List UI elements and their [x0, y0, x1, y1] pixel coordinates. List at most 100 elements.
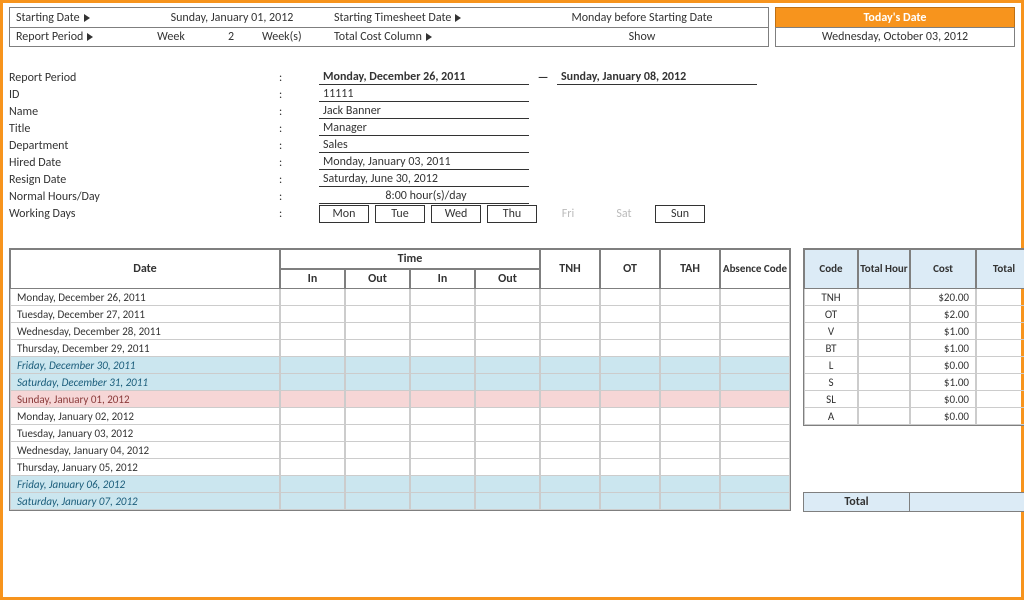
td-tnh: [540, 425, 600, 442]
td-absence[interactable]: [720, 408, 790, 425]
info-name-label: Name: [9, 105, 279, 119]
td-out[interactable]: [345, 357, 410, 374]
td-out[interactable]: [345, 289, 410, 306]
table-row[interactable]: Thursday, January 05, 2012: [10, 459, 790, 476]
td-out2[interactable]: [475, 493, 540, 510]
show-value[interactable]: Show: [516, 28, 768, 46]
td-in2[interactable]: [410, 357, 475, 374]
td-out[interactable]: [345, 391, 410, 408]
day-wed[interactable]: Wed: [431, 205, 481, 223]
td-in2[interactable]: [410, 289, 475, 306]
td-in2[interactable]: [410, 306, 475, 323]
table-row[interactable]: Friday, January 06, 2012: [10, 476, 790, 493]
table-row[interactable]: Saturday, December 31, 2011: [10, 374, 790, 391]
td-absence[interactable]: [720, 289, 790, 306]
ts-date-value[interactable]: Monday before Starting Date: [516, 8, 768, 27]
td-in[interactable]: [280, 425, 345, 442]
td-out2[interactable]: [475, 357, 540, 374]
td-out2[interactable]: [475, 476, 540, 493]
info-title-value[interactable]: Manager: [319, 121, 529, 136]
triangle-icon: [455, 14, 461, 22]
td-absence[interactable]: [720, 459, 790, 476]
td-absence[interactable]: [720, 391, 790, 408]
td-absence[interactable]: [720, 340, 790, 357]
td-in[interactable]: [280, 340, 345, 357]
day-sat[interactable]: Sat: [599, 205, 649, 223]
td-out[interactable]: [345, 476, 410, 493]
table-row[interactable]: Wednesday, January 04, 2012: [10, 442, 790, 459]
td-in[interactable]: [280, 289, 345, 306]
td-out[interactable]: [345, 306, 410, 323]
day-sun[interactable]: Sun: [655, 205, 705, 223]
info-resign-value[interactable]: Saturday, June 30, 2012: [319, 172, 529, 187]
table-row[interactable]: Friday, December 30, 2011: [10, 357, 790, 374]
td-out2[interactable]: [475, 340, 540, 357]
td-out2[interactable]: [475, 289, 540, 306]
td-absence[interactable]: [720, 357, 790, 374]
td-in2[interactable]: [410, 493, 475, 510]
td-out2[interactable]: [475, 391, 540, 408]
td-out2[interactable]: [475, 425, 540, 442]
td-absence[interactable]: [720, 476, 790, 493]
td-in[interactable]: [280, 442, 345, 459]
td-out[interactable]: [345, 340, 410, 357]
starting-date-value[interactable]: Sunday, January 01, 2012: [136, 8, 328, 27]
td-absence[interactable]: [720, 374, 790, 391]
td-in2[interactable]: [410, 476, 475, 493]
td-absence[interactable]: [720, 442, 790, 459]
td-out2[interactable]: [475, 442, 540, 459]
td-out2[interactable]: [475, 374, 540, 391]
td-in[interactable]: [280, 374, 345, 391]
td-in2[interactable]: [410, 391, 475, 408]
td-in[interactable]: [280, 476, 345, 493]
td-in[interactable]: [280, 459, 345, 476]
info-id-value[interactable]: 11111: [319, 87, 529, 102]
info-name-value[interactable]: Jack Banner: [319, 104, 529, 119]
td-in2[interactable]: [410, 374, 475, 391]
day-mon[interactable]: Mon: [319, 205, 369, 223]
info-hours-value[interactable]: 8:00 hour(s)/day: [319, 189, 529, 204]
td-in2[interactable]: [410, 408, 475, 425]
td-in2[interactable]: [410, 425, 475, 442]
td-in2[interactable]: [410, 340, 475, 357]
td-in[interactable]: [280, 493, 345, 510]
td-absence[interactable]: [720, 323, 790, 340]
td-in2[interactable]: [410, 323, 475, 340]
td-out[interactable]: [345, 493, 410, 510]
td-out[interactable]: [345, 374, 410, 391]
td-tnh: [540, 476, 600, 493]
td-out[interactable]: [345, 459, 410, 476]
table-row[interactable]: Wednesday, December 28, 2011: [10, 323, 790, 340]
td-out[interactable]: [345, 442, 410, 459]
td-out2[interactable]: [475, 323, 540, 340]
day-tue[interactable]: Tue: [375, 205, 425, 223]
table-row[interactable]: Thursday, December 29, 2011: [10, 340, 790, 357]
td-out2[interactable]: [475, 306, 540, 323]
table-row[interactable]: Monday, January 02, 2012: [10, 408, 790, 425]
day-fri[interactable]: Fri: [543, 205, 593, 223]
td-in[interactable]: [280, 323, 345, 340]
day-thu[interactable]: Thu: [487, 205, 537, 223]
table-row[interactable]: Tuesday, January 03, 2012: [10, 425, 790, 442]
table-row[interactable]: Saturday, January 07, 2012: [10, 493, 790, 510]
table-row[interactable]: Tuesday, December 27, 2011: [10, 306, 790, 323]
td-in2[interactable]: [410, 442, 475, 459]
td-in[interactable]: [280, 408, 345, 425]
info-hired-value[interactable]: Monday, January 03, 2011: [319, 155, 529, 170]
table-row[interactable]: Monday, December 26, 2011: [10, 289, 790, 306]
td-absence[interactable]: [720, 493, 790, 510]
td-absence[interactable]: [720, 306, 790, 323]
td-in[interactable]: [280, 391, 345, 408]
td-out[interactable]: [345, 408, 410, 425]
td-in2[interactable]: [410, 459, 475, 476]
week-num[interactable]: 2: [206, 28, 256, 46]
td-out[interactable]: [345, 425, 410, 442]
table-row[interactable]: Sunday, January 01, 2012: [10, 391, 790, 408]
td-out[interactable]: [345, 323, 410, 340]
td-in[interactable]: [280, 357, 345, 374]
td-absence[interactable]: [720, 425, 790, 442]
info-dept-value[interactable]: Sales: [319, 138, 529, 153]
td-out2[interactable]: [475, 459, 540, 476]
td-in[interactable]: [280, 306, 345, 323]
td-out2[interactable]: [475, 408, 540, 425]
